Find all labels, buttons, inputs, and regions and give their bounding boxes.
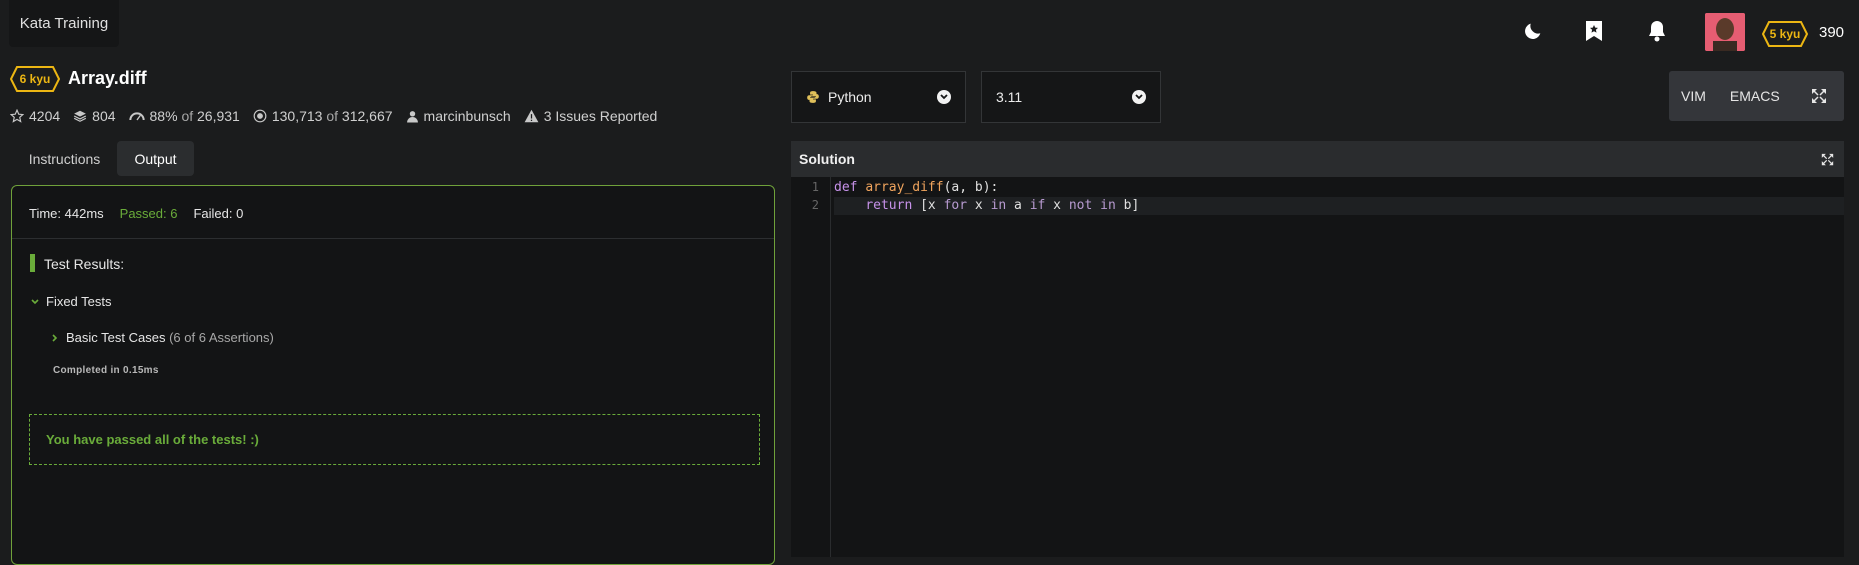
line-number: 2 — [811, 198, 819, 212]
code-keyword: in — [1100, 198, 1116, 213]
target-icon — [253, 109, 267, 123]
code-keyword: if — [1029, 198, 1046, 213]
code-keyword: return — [865, 198, 913, 213]
code-line[interactable]: def array_diff(a, b): — [834, 179, 998, 197]
completed-time: Completed in 0.15ms — [53, 365, 159, 376]
python-icon — [807, 91, 819, 103]
kata-stats: 4204 804 88% of 26,931 130,713 of 312,66… — [10, 108, 670, 124]
gauge-icon — [128, 112, 145, 121]
results-title: Test Results: — [44, 256, 125, 272]
warning-icon — [524, 109, 539, 123]
user-rank-badge: 5 kyu — [1762, 21, 1808, 47]
passed-label: Passed: 6 — [119, 206, 178, 221]
language-select[interactable]: Python — [791, 71, 966, 123]
code-keyword: not — [1068, 198, 1093, 213]
basic-tests-group[interactable]: Basic Test Cases (6 of 6 Assertions) — [50, 330, 274, 345]
expand-icon[interactable] — [1821, 153, 1834, 166]
results-accent-bar — [30, 254, 35, 272]
author-name: marcinbunsch — [423, 108, 511, 124]
user-rank-label: 5 kyu — [1769, 27, 1801, 41]
stars-count: 4204 — [29, 108, 61, 124]
code-text: (a, b): — [943, 180, 999, 195]
completed-count: 130,713 — [271, 108, 323, 124]
issues-stat[interactable]: 3 Issues Reported — [524, 108, 658, 124]
line-gutter: 1 2 — [791, 177, 831, 557]
completed-stat: 130,713 of 312,667 — [253, 108, 393, 124]
version-select[interactable]: 3.11 — [981, 71, 1161, 123]
honor-score: 390 — [1819, 24, 1845, 41]
success-message: You have passed all of the tests! :) — [29, 414, 760, 465]
chevron-down-icon — [1132, 90, 1146, 104]
issues-label: 3 Issues Reported — [543, 108, 658, 124]
assertions-label: (6 of 6 Assertions) — [169, 330, 274, 345]
basic-tests-label: Basic Test Cases — [66, 330, 166, 345]
code-keyword: in — [990, 198, 1007, 213]
solution-header: Solution — [791, 141, 1844, 177]
collections-stat: 804 — [73, 108, 116, 124]
kata-training-button[interactable]: Kata Training — [9, 0, 119, 47]
tab-instructions[interactable]: Instructions — [12, 141, 117, 176]
code-text: x — [967, 198, 991, 213]
avatar[interactable] — [1705, 13, 1745, 51]
code-text: a — [1006, 198, 1030, 213]
code-text: b] — [1115, 198, 1140, 213]
emacs-mode-button[interactable]: EMACS — [1718, 88, 1792, 104]
code-editor[interactable]: 1 2 def array_diff(a, b): return [x for … — [791, 177, 1844, 557]
completed-of: of — [326, 108, 339, 124]
solution-title: Solution — [799, 151, 855, 167]
chevron-right-icon — [52, 333, 58, 342]
version-value: 3.11 — [996, 89, 1023, 105]
satisfaction-total: 26,931 — [197, 108, 240, 124]
code-text: [x — [912, 198, 944, 213]
fixed-tests-group[interactable]: Fixed Tests — [30, 294, 112, 309]
summary-divider — [12, 238, 774, 239]
satisfaction-of: of — [181, 108, 194, 124]
author-stat[interactable]: marcinbunsch — [406, 108, 511, 124]
code-text: x — [1045, 198, 1069, 213]
star-icon — [10, 109, 24, 123]
satisfaction-stat: 88% of 26,931 — [128, 108, 240, 124]
layers-icon — [74, 110, 87, 122]
kata-title: Array.diff — [68, 68, 147, 88]
tab-output[interactable]: Output — [117, 141, 194, 176]
fixed-tests-label: Fixed Tests — [46, 294, 112, 309]
attempts-count: 312,667 — [341, 108, 393, 124]
line-number: 1 — [811, 180, 819, 194]
kata-rank-badge: 6 kyu — [10, 66, 60, 92]
vim-mode-button[interactable]: VIM — [1669, 88, 1718, 104]
satisfaction-pct: 88% — [149, 108, 178, 124]
chevron-down-icon — [31, 298, 39, 304]
code-function-name: array_diff — [865, 180, 944, 195]
code-keyword: for — [943, 198, 968, 213]
collections-count: 804 — [92, 108, 116, 124]
time-label: Time: 442ms — [29, 206, 104, 221]
expand-icon — [1812, 89, 1826, 103]
code-line[interactable]: return [x for x in a if x not in b] — [834, 197, 1844, 215]
code-keyword: def — [834, 180, 858, 195]
bookmark-icon[interactable] — [1580, 17, 1608, 45]
output-summary: Time: 442ms Passed: 6 Failed: 0 — [29, 206, 259, 221]
chevron-down-icon — [937, 90, 951, 104]
stars-stat[interactable]: 4204 — [10, 108, 60, 124]
fullscreen-button[interactable] — [1794, 71, 1844, 121]
kata-rank-label: 6 kyu — [19, 72, 51, 86]
moon-icon[interactable] — [1519, 17, 1547, 45]
output-panel: Time: 442ms Passed: 6 Failed: 0 Test Res… — [11, 185, 775, 565]
user-icon — [406, 110, 418, 122]
failed-label: Failed: 0 — [193, 206, 244, 221]
language-value: Python — [828, 89, 872, 105]
bell-icon[interactable] — [1643, 17, 1671, 45]
